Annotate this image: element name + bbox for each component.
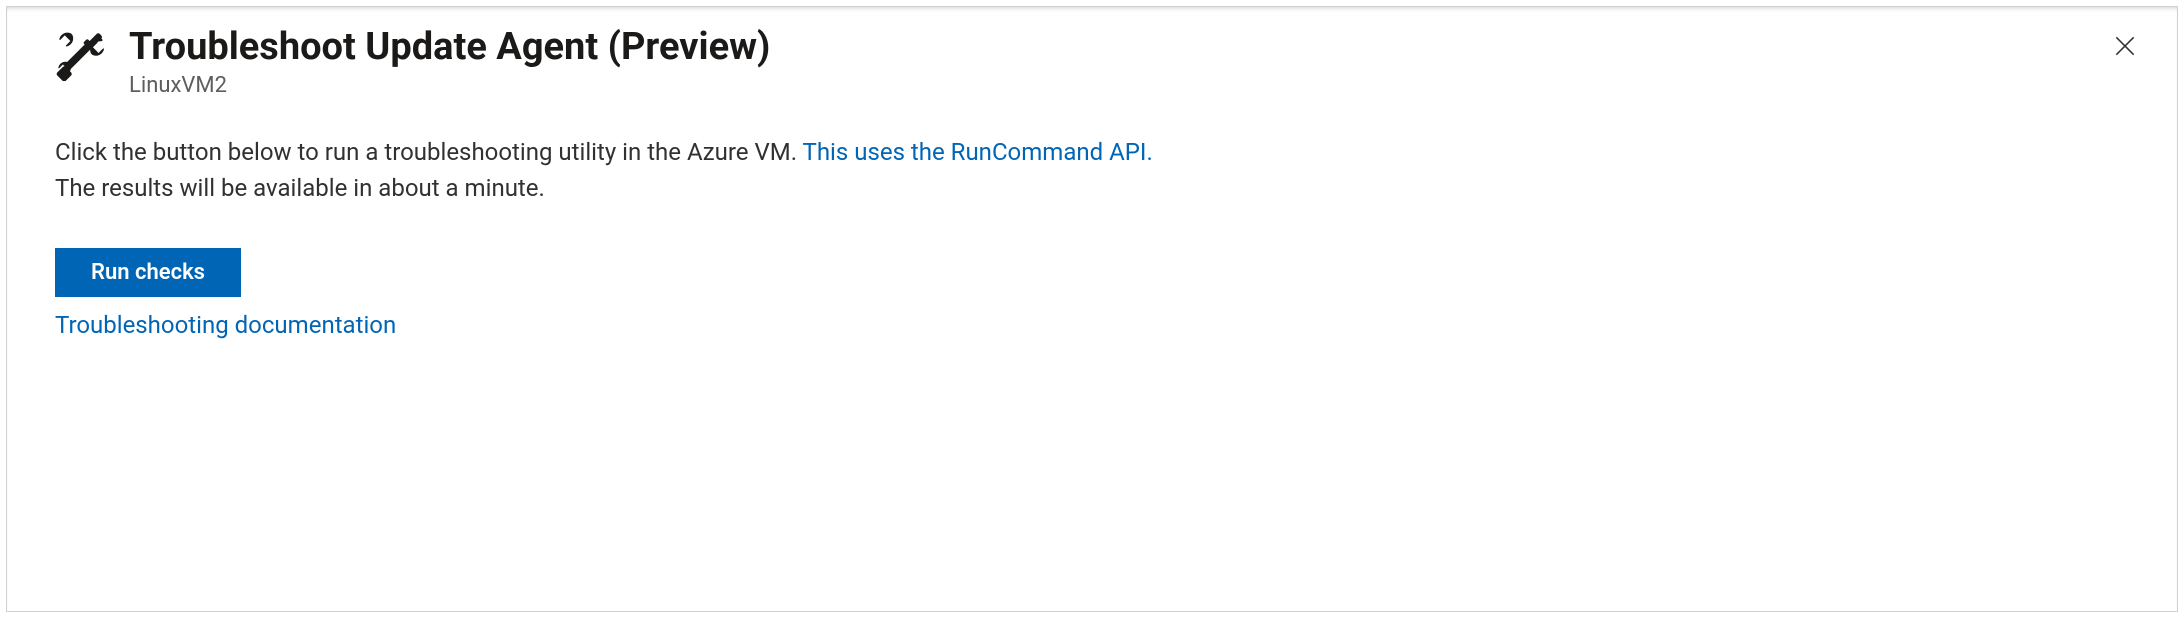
panel-body: Click the button below to run a troubles… <box>55 134 2129 339</box>
close-icon <box>2112 33 2138 62</box>
panel-subtitle: LinuxVM2 <box>129 73 770 98</box>
troubleshooting-doc-link[interactable]: Troubleshooting documentation <box>55 311 396 339</box>
runcommand-api-link[interactable]: This uses the RunCommand API. <box>803 138 1153 166</box>
troubleshoot-panel: Troubleshoot Update Agent (Preview) Linu… <box>6 6 2178 612</box>
description-line-2: The results will be available in about a… <box>55 170 2129 206</box>
close-button[interactable] <box>2105 27 2145 67</box>
doc-link-row: Troubleshooting documentation <box>55 311 2129 339</box>
header-text: Troubleshoot Update Agent (Preview) Linu… <box>129 25 770 98</box>
tools-icon <box>55 29 107 81</box>
description-line-1: Click the button below to run a troubles… <box>55 134 2129 170</box>
panel-title: Troubleshoot Update Agent (Preview) <box>129 25 770 71</box>
panel-header: Troubleshoot Update Agent (Preview) Linu… <box>55 25 2129 98</box>
run-checks-button[interactable]: Run checks <box>55 248 241 297</box>
description-prefix: Click the button below to run a troubles… <box>55 138 803 166</box>
